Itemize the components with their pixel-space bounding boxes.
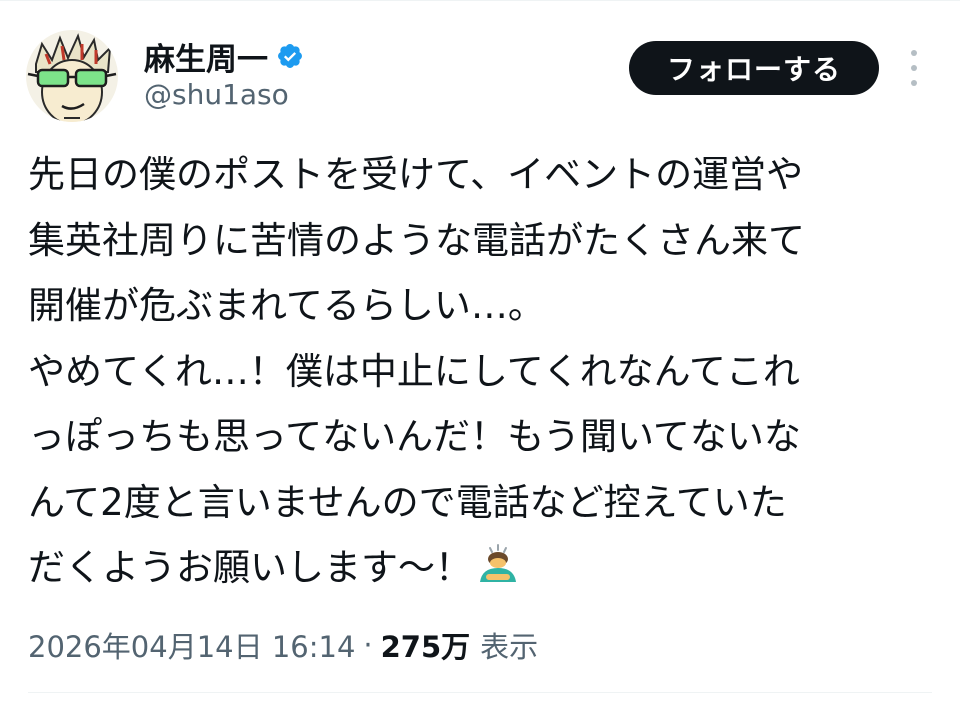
tweet-line-text: だくようお願いします〜！	[28, 546, 472, 589]
more-dot	[911, 80, 917, 86]
bottom-divider	[28, 692, 932, 693]
more-dot	[911, 50, 917, 56]
tweet-line: やめてくれ…！僕は中止にしてくれなんてこれ	[28, 349, 800, 393]
tweet-line: んて2度と言いませんので電話など控えていた	[28, 480, 787, 524]
tweet-line: 先日の僕のポストを受けて、イベントの運営や	[28, 153, 804, 196]
top-divider	[0, 0, 960, 1]
follow-button[interactable]: フォローする	[629, 41, 879, 95]
person-bowing-emoji-icon	[480, 544, 516, 582]
meta-separator: ·	[363, 628, 373, 662]
tweet-text: 先日の僕のポストを受けて、イベントの運営や 集英社周りに苦情のような電話がたくさ…	[28, 142, 948, 601]
verified-badge-icon	[278, 44, 302, 68]
views-label: 表示	[480, 630, 539, 664]
views-count: 275万	[380, 630, 471, 664]
avatar-icon	[26, 30, 118, 122]
tweet-line: 開催が危ぶまれてるらしい…。	[28, 284, 545, 327]
tweet-meta: 2026年04月14日 16:14 · 275万 表示	[28, 622, 538, 668]
tweet-line: 集英社周りに苦情のような電話がたくさん来て	[28, 218, 805, 262]
display-name[interactable]: 麻生周一	[144, 34, 268, 79]
avatar[interactable]	[26, 30, 118, 122]
tweet-line: っぽっちも思ってないんだ！もう聞いてないな	[28, 415, 801, 458]
timestamp-link[interactable]: 2026年04月14日 16:14	[28, 624, 355, 666]
display-name-row[interactable]: 麻生周一	[144, 34, 304, 78]
tweet-line-last: だくようお願いします〜！	[28, 535, 948, 601]
more-vertical-icon[interactable]	[902, 50, 926, 86]
more-dot	[911, 65, 917, 71]
user-handle[interactable]: @shu1aso	[144, 78, 289, 111]
